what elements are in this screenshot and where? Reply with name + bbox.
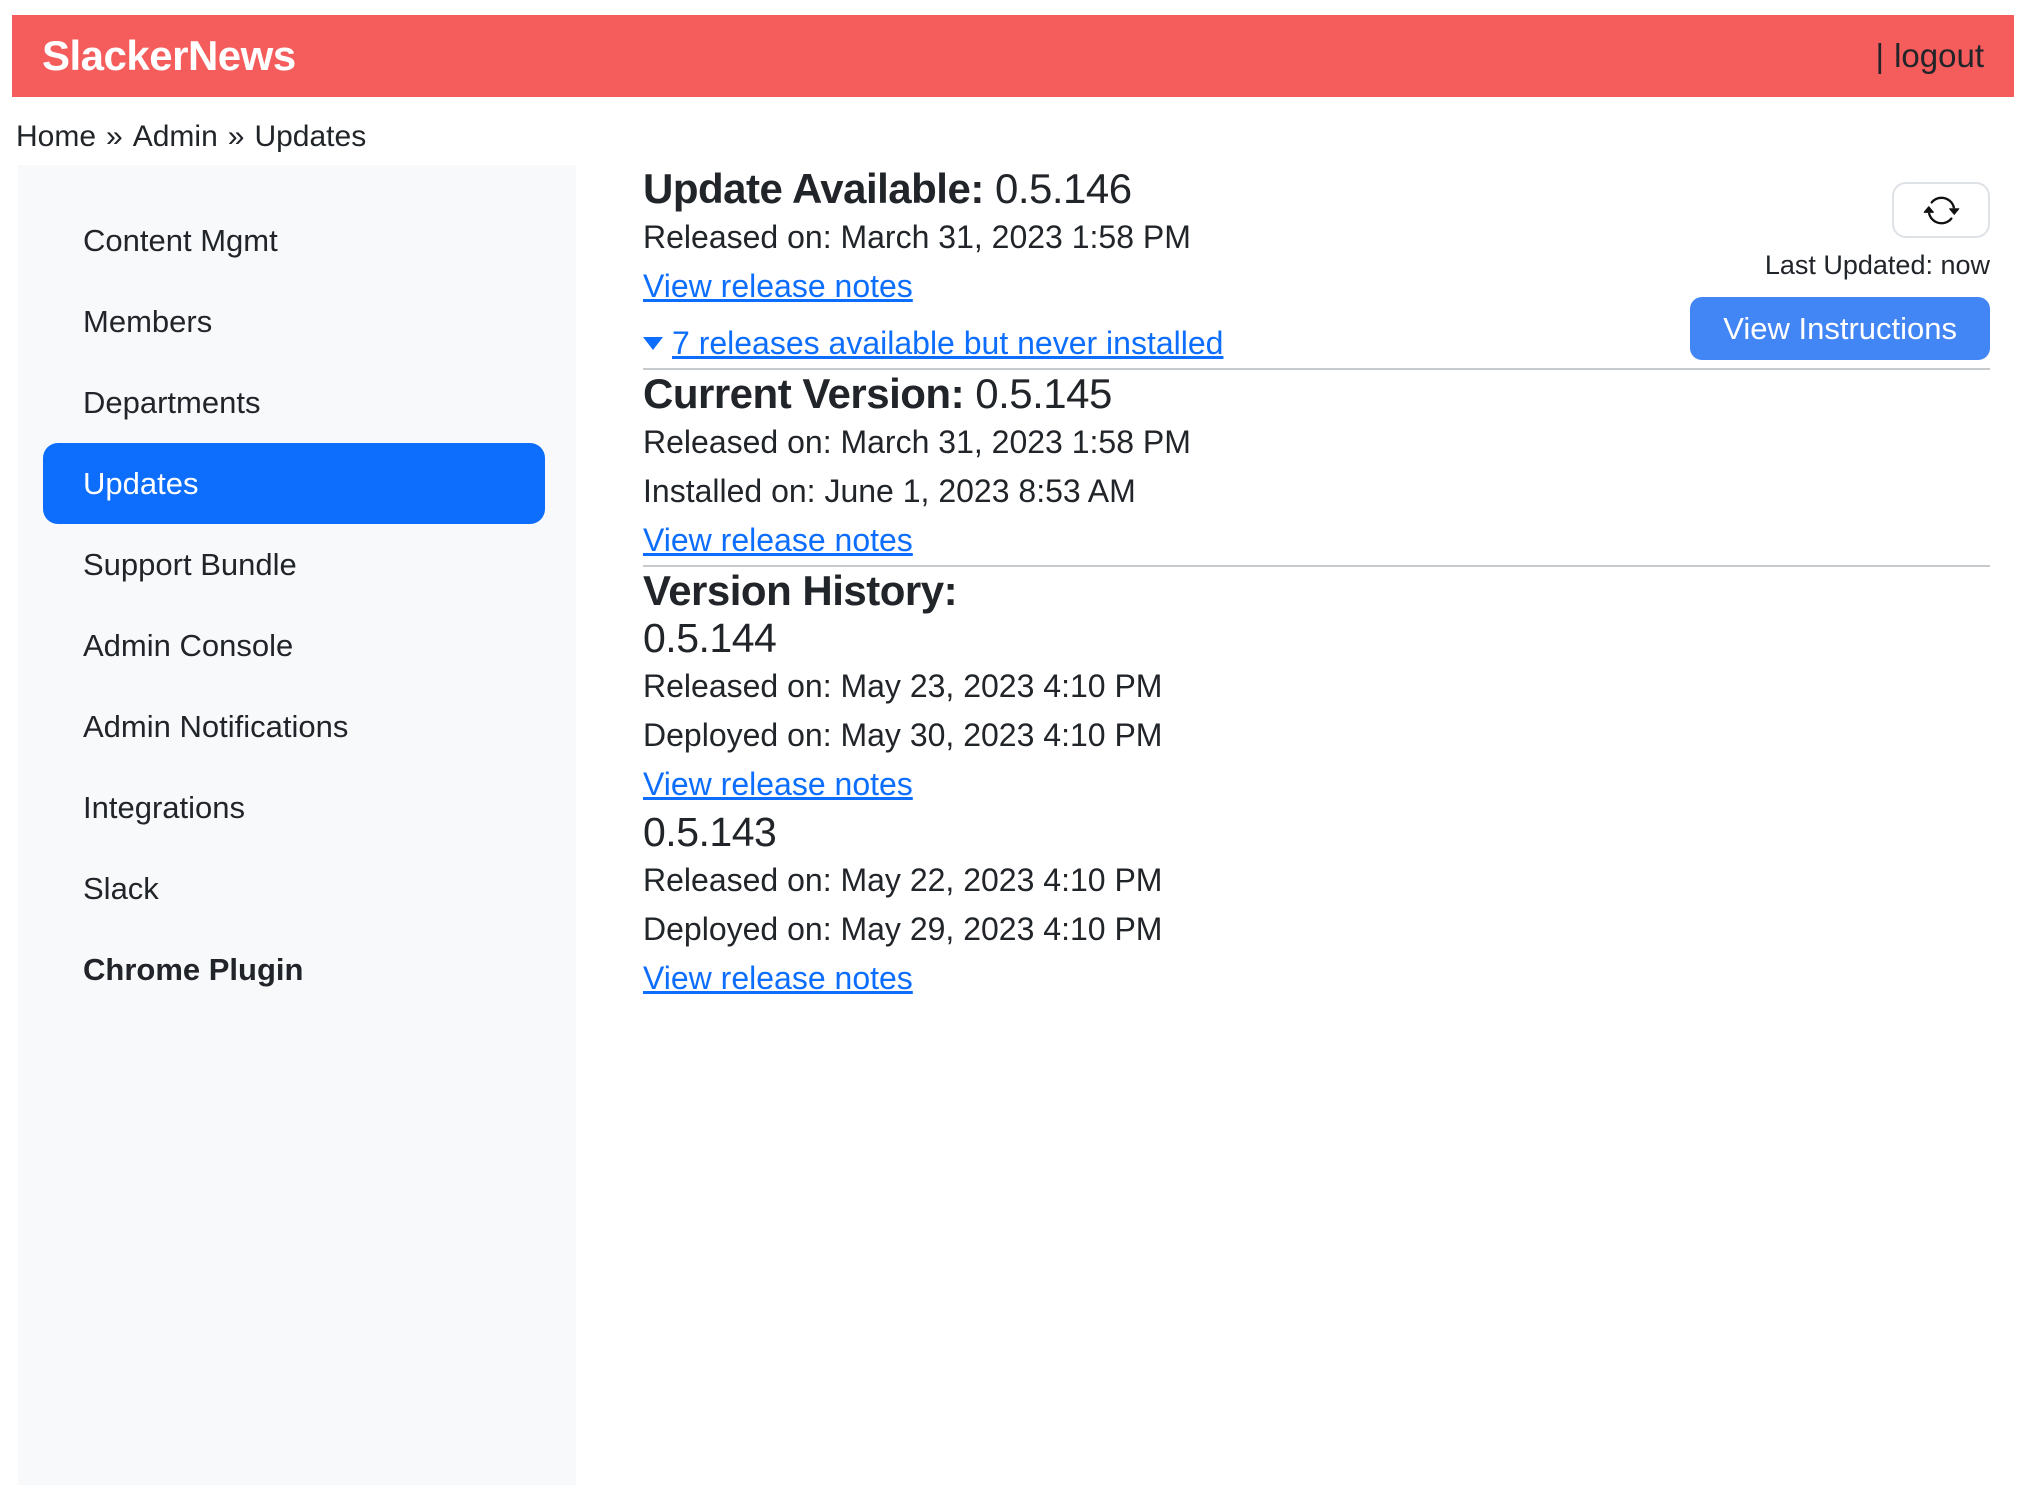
history-released-on: Released on: May 22, 2023 4:10 PM <box>643 856 1990 905</box>
main-content: Update Available: 0.5.146 Released on: M… <box>643 165 1990 1003</box>
breadcrumb-current-updates: Updates <box>254 120 366 153</box>
update-available-label: Update Available: <box>643 165 984 212</box>
view-instructions-button[interactable]: View Instructions <box>1690 297 1990 360</box>
current-released-on: Released on: March 31, 2023 1:58 PM <box>643 418 1990 467</box>
current-version-section: Current Version: 0.5.145 Released on: Ma… <box>643 370 1990 565</box>
current-version-number: 0.5.145 <box>975 370 1112 417</box>
logout-area: | logout <box>1876 37 1985 75</box>
breadcrumb-separator: » <box>106 120 123 153</box>
sidebar-item-updates[interactable]: Updates <box>43 443 545 524</box>
current-version-label: Current Version: <box>643 370 964 417</box>
breadcrumb: Home » Admin » Updates <box>16 120 366 154</box>
version-history-heading: Version History: <box>643 567 1990 615</box>
caret-down-icon <box>643 337 663 350</box>
release-notes-link[interactable]: View release notes <box>643 268 913 304</box>
sidebar-item-support-bundle[interactable]: Support Bundle <box>43 524 545 605</box>
sidebar-item-slack[interactable]: Slack <box>43 848 545 929</box>
sidebar-item-label: Slack <box>83 871 159 907</box>
breadcrumb-admin[interactable]: Admin <box>133 120 218 153</box>
version-history-entry: 0.5.143 Released on: May 22, 2023 4:10 P… <box>643 809 1990 1003</box>
sidebar-item-label: Updates <box>83 466 198 502</box>
release-notes-link[interactable]: View release notes <box>643 960 913 996</box>
sidebar-item-departments[interactable]: Departments <box>43 362 545 443</box>
refresh-button[interactable] <box>1892 182 1990 238</box>
history-version-number: 0.5.143 <box>643 809 1990 856</box>
sidebar-item-admin-console[interactable]: Admin Console <box>43 605 545 686</box>
history-version-number: 0.5.144 <box>643 615 1990 662</box>
update-available-heading: Update Available: 0.5.146 <box>643 165 1223 213</box>
current-version-heading: Current Version: 0.5.145 <box>643 370 1990 418</box>
history-released-on: Released on: May 23, 2023 4:10 PM <box>643 662 1990 711</box>
arrow-repeat-icon <box>1923 192 1960 229</box>
last-updated-text: Last Updated: now <box>1765 250 1990 281</box>
app-title[interactable]: SlackerNews <box>42 32 296 80</box>
update-released-on: Released on: March 31, 2023 1:58 PM <box>643 213 1223 262</box>
top-navbar: SlackerNews | logout <box>12 15 2014 97</box>
sidebar-item-label: Content Mgmt <box>83 223 278 259</box>
sidebar-item-label: Support Bundle <box>83 547 297 583</box>
version-history-entry: 0.5.144 Released on: May 23, 2023 4:10 P… <box>643 615 1990 809</box>
update-available-section: Update Available: 0.5.146 Released on: M… <box>643 165 1990 368</box>
breadcrumb-separator: » <box>228 120 245 153</box>
release-notes-link[interactable]: View release notes <box>643 522 913 558</box>
logout-link[interactable]: logout <box>1894 37 1984 75</box>
sidebar-item-label: Admin Notifications <box>83 709 348 745</box>
current-installed-on: Installed on: June 1, 2023 8:53 AM <box>643 467 1990 516</box>
update-available-version: 0.5.146 <box>995 165 1132 212</box>
sidebar-item-label: Chrome Plugin <box>83 952 303 988</box>
history-deployed-on: Deployed on: May 30, 2023 4:10 PM <box>643 711 1990 760</box>
sidebar-item-admin-notifications[interactable]: Admin Notifications <box>43 686 545 767</box>
history-deployed-on: Deployed on: May 29, 2023 4:10 PM <box>643 905 1990 954</box>
update-available-info: Update Available: 0.5.146 Released on: M… <box>643 165 1223 368</box>
version-history-section: Version History: 0.5.144 Released on: Ma… <box>643 567 1990 1003</box>
sidebar-item-label: Members <box>83 304 212 340</box>
page: SlackerNews | logout Home»Admin»Updates … <box>0 0 2028 1510</box>
sidebar-item-content-mgmt[interactable]: Content Mgmt <box>43 200 545 281</box>
release-notes-link[interactable]: View release notes <box>643 766 913 802</box>
sidebar-item-label: Admin Console <box>83 628 293 664</box>
sidebar-item-members[interactable]: Members <box>43 281 545 362</box>
logout-separator: | <box>1876 37 1885 75</box>
sidebar-item-chrome-plugin[interactable]: Chrome Plugin <box>43 929 545 1010</box>
never-installed-row: 7 releases available but never installed <box>643 319 1223 368</box>
sidebar-item-label: Integrations <box>83 790 245 826</box>
sidebar-item-label: Departments <box>83 385 260 421</box>
admin-sidebar: Content Mgmt Members Departments Updates… <box>18 165 576 1485</box>
sidebar-menu: Content Mgmt Members Departments Updates… <box>43 200 545 1010</box>
breadcrumb-home[interactable]: Home <box>16 120 96 153</box>
update-actions: Last Updated: now View Instructions <box>1690 165 1990 360</box>
sidebar-item-integrations[interactable]: Integrations <box>43 767 545 848</box>
never-installed-link[interactable]: 7 releases available but never installed <box>672 319 1223 368</box>
